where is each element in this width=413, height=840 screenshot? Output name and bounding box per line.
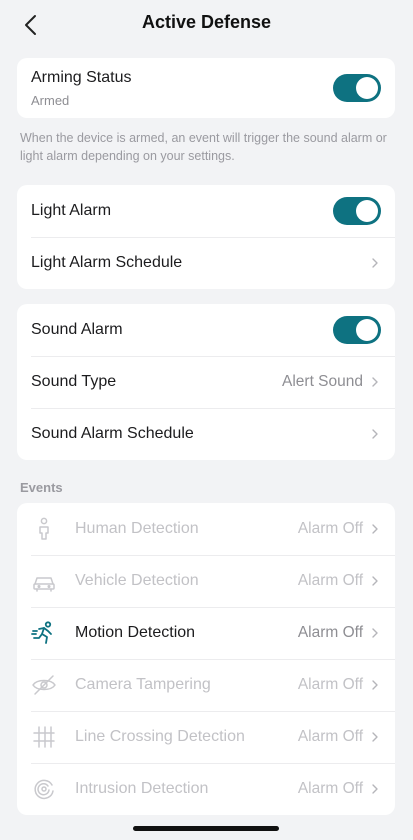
light-alarm-toggle[interactable] — [333, 197, 381, 225]
chevron-right-icon — [372, 377, 378, 387]
home-indicator — [133, 826, 279, 831]
toggle-knob — [356, 77, 378, 99]
light-alarm-label: Light Alarm — [31, 202, 112, 219]
event-row-human-detection[interactable]: Human Detection Alarm Off — [17, 503, 395, 555]
sound-alarm-schedule-label: Sound Alarm Schedule — [31, 425, 194, 442]
event-value: Alarm Off — [297, 520, 363, 537]
light-alarm-schedule-label: Light Alarm Schedule — [31, 254, 183, 271]
arming-toggle[interactable] — [333, 74, 381, 102]
toggle-knob — [356, 200, 378, 222]
toggle-knob — [356, 319, 378, 341]
events-card: Human Detection Alarm Off Vehicle Detect… — [17, 503, 395, 815]
light-alarm-card: Light Alarm Light Alarm Schedule — [17, 185, 395, 289]
event-row-line-crossing-detection[interactable]: Line Crossing Detection Alarm Off — [17, 711, 395, 763]
light-alarm-schedule-row[interactable]: Light Alarm Schedule — [17, 237, 395, 289]
event-label: Intrusion Detection — [75, 780, 209, 797]
event-label: Motion Detection — [75, 624, 196, 641]
event-label: Human Detection — [75, 520, 199, 537]
chevron-right-icon — [372, 628, 378, 638]
arming-status-value: Armed — [31, 92, 70, 108]
event-value: Alarm Off — [297, 676, 363, 693]
arming-text: Arming Status Armed — [31, 69, 333, 108]
event-label: Camera Tampering — [75, 676, 211, 693]
event-row-vehicle-detection[interactable]: Vehicle Detection Alarm Off — [17, 555, 395, 607]
arming-card: Arming Status Armed — [17, 58, 395, 118]
intrusion-icon — [34, 779, 54, 800]
event-value: Alarm Off — [297, 780, 363, 797]
header: Active Defense — [0, 0, 413, 50]
event-value: Alarm Off — [297, 572, 363, 589]
chevron-right-icon — [372, 784, 378, 794]
arming-note: When the device is armed, an event will … — [20, 131, 387, 163]
event-label: Vehicle Detection — [75, 572, 199, 589]
chevron-right-icon — [372, 732, 378, 742]
sound-alarm-schedule-row[interactable]: Sound Alarm Schedule — [17, 408, 395, 460]
sound-alarm-card: Sound Alarm Sound Type Alert Sound Sound… — [17, 304, 395, 460]
events-section-label: Events — [20, 480, 63, 495]
event-row-camera-tampering[interactable]: Camera Tampering Alarm Off — [17, 659, 395, 711]
arming-status-row: Arming Status Armed — [17, 58, 395, 118]
line-crossing-icon — [33, 726, 55, 748]
chevron-right-icon — [372, 429, 378, 439]
event-value: Alarm Off — [297, 728, 363, 745]
light-alarm-row: Light Alarm — [17, 185, 395, 237]
event-label: Line Crossing Detection — [75, 728, 245, 745]
active-defense-page: Active Defense Arming Status Armed When … — [0, 0, 413, 840]
eye-slash-icon — [32, 675, 56, 695]
event-row-motion-detection[interactable]: Motion Detection Alarm Off — [17, 607, 395, 659]
sound-alarm-toggle[interactable] — [333, 316, 381, 344]
sound-type-label: Sound Type — [31, 373, 117, 390]
running-person-icon — [31, 621, 52, 644]
vehicle-icon — [33, 577, 55, 592]
sound-alarm-row: Sound Alarm — [17, 304, 395, 356]
arming-status-label: Arming Status — [31, 68, 132, 86]
chevron-right-icon — [372, 680, 378, 690]
chevron-right-icon — [372, 524, 378, 534]
event-row-intrusion-detection[interactable]: Intrusion Detection Alarm Off — [17, 763, 395, 815]
sound-type-value: Alert Sound — [282, 373, 363, 390]
chevron-right-icon — [372, 576, 378, 586]
event-value: Alarm Off — [297, 624, 363, 641]
page-title: Active Defense — [141, 12, 272, 32]
sound-type-row[interactable]: Sound Type Alert Sound — [17, 356, 395, 408]
sound-alarm-label: Sound Alarm — [31, 321, 123, 338]
chevron-right-icon — [372, 258, 378, 268]
human-icon — [39, 517, 49, 540]
